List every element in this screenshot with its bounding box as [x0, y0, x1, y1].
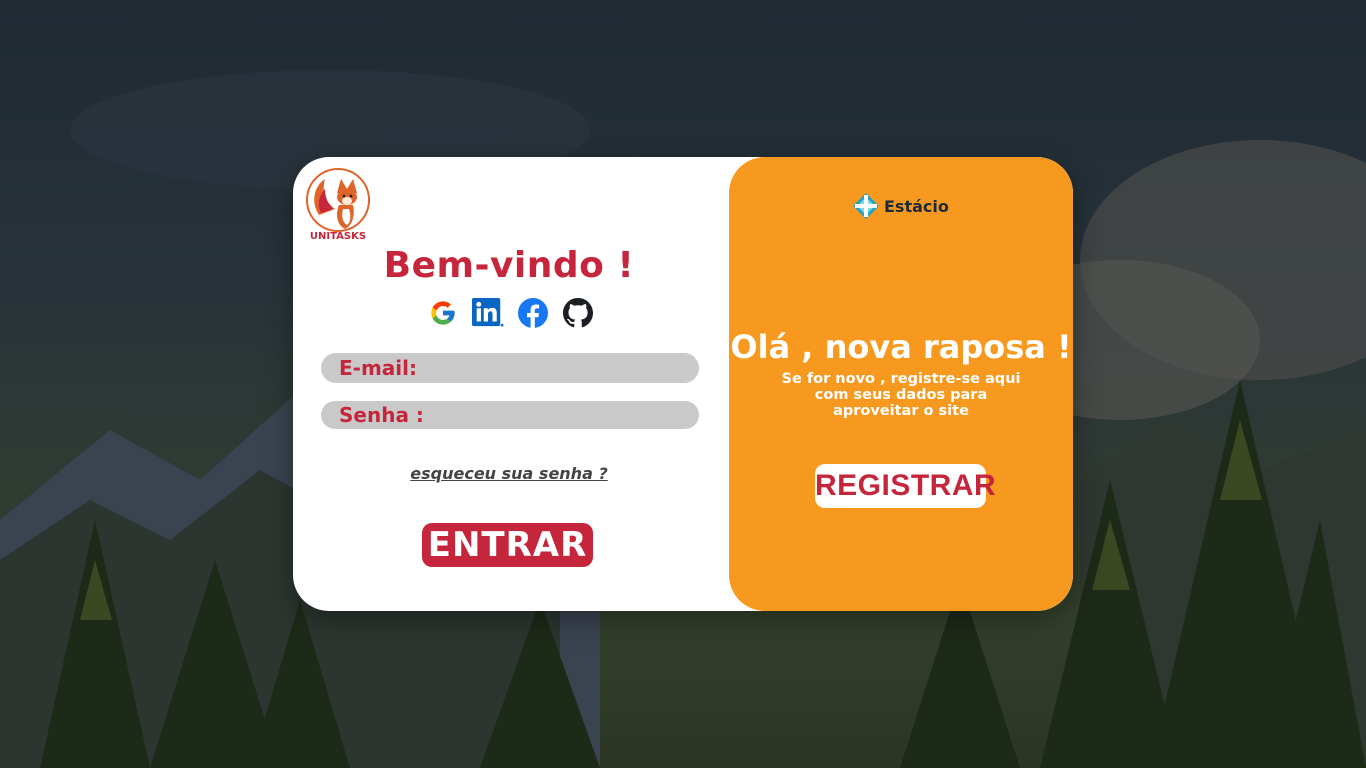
- estacio-logo-icon: [853, 193, 879, 219]
- github-icon: [563, 298, 593, 328]
- register-button[interactable]: REGISTRAR: [815, 464, 996, 508]
- facebook-icon: [518, 298, 548, 328]
- linkedin-login-button[interactable]: [472, 297, 504, 329]
- email-field[interactable]: [417, 353, 699, 383]
- subtitle-line: aproveitar o site: [833, 403, 969, 419]
- password-field[interactable]: [423, 401, 699, 429]
- social-login-row: [427, 297, 594, 329]
- email-label: E-mail:: [339, 356, 418, 380]
- facebook-login-button[interactable]: [517, 297, 549, 329]
- unitasks-logo: UNITASKS: [305, 167, 371, 245]
- logo-text: UNITASKS: [309, 231, 367, 242]
- forgot-password-link[interactable]: esqueceu sua senha ?: [293, 464, 725, 483]
- linkedin-icon: [472, 297, 504, 327]
- login-panel: UNITASKS Bem-vindo ! E-mail: Senha: esq…: [293, 157, 729, 611]
- login-button[interactable]: ENTRAR: [422, 523, 593, 567]
- register-title: Olá , nova raposa !: [730, 328, 1072, 366]
- brand-name: Estácio: [884, 196, 949, 216]
- google-icon: [431, 301, 455, 325]
- email-field-wrapper: E-mail:: [321, 353, 699, 383]
- password-field-wrapper: Senha :: [321, 401, 699, 429]
- register-panel: Estácio Olá , nova raposa ! Se for novo …: [729, 157, 1073, 611]
- estacio-brand: Estácio: [852, 192, 949, 220]
- register-subtitle: Se for novo , registre-se aqui com seus …: [729, 371, 1073, 419]
- welcome-title: Bem-vindo !: [383, 245, 635, 286]
- google-login-button[interactable]: [427, 297, 459, 329]
- subtitle-line: com seus dados para: [814, 387, 988, 403]
- subtitle-line: Se for novo , registre-se aqui: [781, 371, 1021, 387]
- auth-card: UNITASKS Bem-vindo ! E-mail: Senha: esq…: [293, 157, 1073, 611]
- password-label: Senha :: [339, 403, 424, 427]
- github-login-button[interactable]: [562, 297, 594, 329]
